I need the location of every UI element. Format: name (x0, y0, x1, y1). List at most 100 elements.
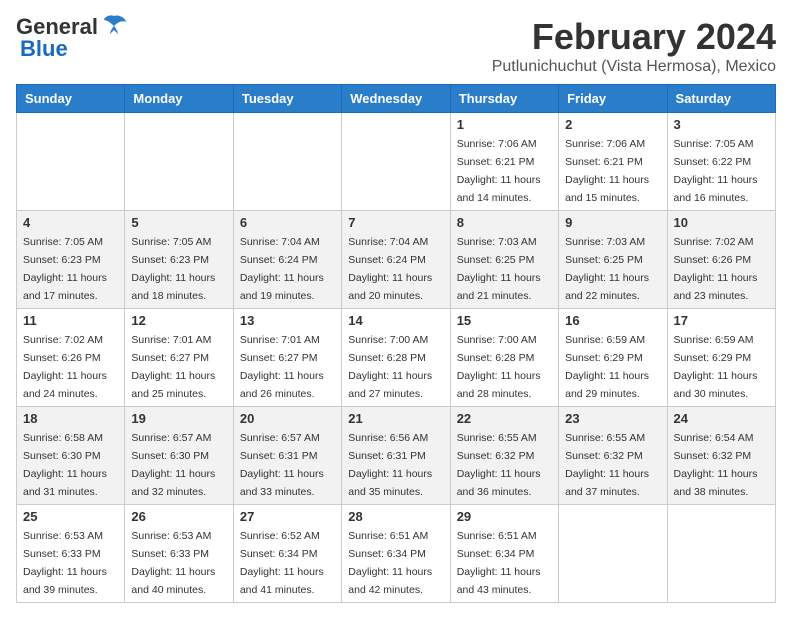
calendar: SundayMondayTuesdayWednesdayThursdayFrid… (16, 84, 776, 603)
day-info: Sunrise: 7:05 AM Sunset: 6:23 PM Dayligh… (23, 236, 107, 302)
calendar-cell (17, 113, 125, 211)
day-number: 27 (240, 509, 335, 524)
day-info: Sunrise: 7:01 AM Sunset: 6:27 PM Dayligh… (131, 334, 215, 400)
day-number: 22 (457, 411, 552, 426)
calendar-cell: 22 Sunrise: 6:55 AM Sunset: 6:32 PM Dayli… (450, 407, 558, 505)
week-row-4: 18Sunrise: 6:58 AM Sunset: 6:30 PM Dayli… (17, 407, 776, 505)
day-number: 4 (23, 215, 118, 230)
day-info: Sunrise: 6:57 AM Sunset: 6:31 PM Dayligh… (240, 432, 324, 498)
calendar-cell: 14 Sunrise: 7:00 AM Sunset: 6:28 PM Dayli… (342, 309, 450, 407)
day-info: Sunrise: 7:05 AM Sunset: 6:22 PM Dayligh… (674, 138, 758, 204)
calendar-cell: 13 Sunrise: 7:01 AM Sunset: 6:27 PM Dayli… (233, 309, 341, 407)
day-info: Sunrise: 6:56 AM Sunset: 6:31 PM Dayligh… (348, 432, 432, 498)
calendar-cell: 16 Sunrise: 6:59 AM Sunset: 6:29 PM Dayli… (559, 309, 667, 407)
calendar-cell: 19 Sunrise: 6:57 AM Sunset: 6:30 PM Dayli… (125, 407, 233, 505)
calendar-cell: 9 Sunrise: 7:03 AM Sunset: 6:25 PM Daylig… (559, 211, 667, 309)
calendar-cell: 21Sunrise: 6:56 AM Sunset: 6:31 PM Dayli… (342, 407, 450, 505)
calendar-cell: 29Sunrise: 6:51 AM Sunset: 6:34 PM Dayli… (450, 505, 558, 603)
day-info: Sunrise: 6:57 AM Sunset: 6:30 PM Dayligh… (131, 432, 215, 498)
day-info: Sunrise: 7:06 AM Sunset: 6:21 PM Dayligh… (565, 138, 649, 204)
calendar-cell: 12 Sunrise: 7:01 AM Sunset: 6:27 PM Dayli… (125, 309, 233, 407)
calendar-cell (342, 113, 450, 211)
calendar-cell: 20 Sunrise: 6:57 AM Sunset: 6:31 PM Dayli… (233, 407, 341, 505)
calendar-cell: 26Sunrise: 6:53 AM Sunset: 6:33 PM Dayli… (125, 505, 233, 603)
calendar-cell: 24 Sunrise: 6:54 AM Sunset: 6:32 PM Dayli… (667, 407, 775, 505)
day-info: Sunrise: 6:53 AM Sunset: 6:33 PM Dayligh… (23, 530, 107, 596)
day-info: Sunrise: 7:04 AM Sunset: 6:24 PM Dayligh… (348, 236, 432, 302)
day-info: Sunrise: 7:03 AM Sunset: 6:25 PM Dayligh… (565, 236, 649, 302)
day-number: 14 (348, 313, 443, 328)
calendar-cell: 5Sunrise: 7:05 AM Sunset: 6:23 PM Daylig… (125, 211, 233, 309)
week-row-2: 4 Sunrise: 7:05 AM Sunset: 6:23 PM Daylig… (17, 211, 776, 309)
day-number: 11 (23, 313, 118, 328)
calendar-cell: 18Sunrise: 6:58 AM Sunset: 6:30 PM Dayli… (17, 407, 125, 505)
calendar-cell (667, 505, 775, 603)
day-number: 23 (565, 411, 660, 426)
day-info: Sunrise: 6:55 AM Sunset: 6:32 PM Dayligh… (565, 432, 649, 498)
calendar-cell: 10 Sunrise: 7:02 AM Sunset: 6:26 PM Dayli… (667, 211, 775, 309)
title-area: February 2024 Putlunichuchut (Vista Herm… (492, 16, 776, 76)
calendar-cell: 15Sunrise: 7:00 AM Sunset: 6:28 PM Dayli… (450, 309, 558, 407)
day-number: 2 (565, 117, 660, 132)
day-number: 10 (674, 215, 769, 230)
header-sunday: Sunday (17, 85, 125, 113)
calendar-cell (233, 113, 341, 211)
header-friday: Friday (559, 85, 667, 113)
day-info: Sunrise: 6:59 AM Sunset: 6:29 PM Dayligh… (565, 334, 649, 400)
calendar-cell: 8 Sunrise: 7:03 AM Sunset: 6:25 PM Daylig… (450, 211, 558, 309)
calendar-cell: 1 Sunrise: 7:06 AM Sunset: 6:21 PM Daylig… (450, 113, 558, 211)
day-number: 8 (457, 215, 552, 230)
day-number: 1 (457, 117, 552, 132)
calendar-cell: 17 Sunrise: 6:59 AM Sunset: 6:29 PM Dayli… (667, 309, 775, 407)
day-info: Sunrise: 7:04 AM Sunset: 6:24 PM Dayligh… (240, 236, 324, 302)
day-info: Sunrise: 7:02 AM Sunset: 6:26 PM Dayligh… (23, 334, 107, 400)
day-info: Sunrise: 7:03 AM Sunset: 6:25 PM Dayligh… (457, 236, 541, 302)
calendar-header-row: SundayMondayTuesdayWednesdayThursdayFrid… (17, 85, 776, 113)
day-info: Sunrise: 6:54 AM Sunset: 6:32 PM Dayligh… (674, 432, 758, 498)
calendar-cell: 27 Sunrise: 6:52 AM Sunset: 6:34 PM Dayli… (233, 505, 341, 603)
day-number: 20 (240, 411, 335, 426)
day-info: Sunrise: 6:52 AM Sunset: 6:34 PM Dayligh… (240, 530, 324, 596)
day-number: 26 (131, 509, 226, 524)
calendar-cell: 4 Sunrise: 7:05 AM Sunset: 6:23 PM Daylig… (17, 211, 125, 309)
day-number: 19 (131, 411, 226, 426)
calendar-cell: 11 Sunrise: 7:02 AM Sunset: 6:26 PM Dayli… (17, 309, 125, 407)
day-number: 16 (565, 313, 660, 328)
day-info: Sunrise: 7:00 AM Sunset: 6:28 PM Dayligh… (348, 334, 432, 400)
day-info: Sunrise: 6:55 AM Sunset: 6:32 PM Dayligh… (457, 432, 541, 498)
header-tuesday: Tuesday (233, 85, 341, 113)
calendar-cell (125, 113, 233, 211)
day-number: 6 (240, 215, 335, 230)
calendar-cell: 23 Sunrise: 6:55 AM Sunset: 6:32 PM Dayli… (559, 407, 667, 505)
calendar-cell: 7 Sunrise: 7:04 AM Sunset: 6:24 PM Daylig… (342, 211, 450, 309)
logo: General Blue (16, 16, 128, 60)
day-number: 12 (131, 313, 226, 328)
day-number: 13 (240, 313, 335, 328)
week-row-3: 11 Sunrise: 7:02 AM Sunset: 6:26 PM Dayli… (17, 309, 776, 407)
day-number: 24 (674, 411, 769, 426)
week-row-1: 1 Sunrise: 7:06 AM Sunset: 6:21 PM Daylig… (17, 113, 776, 211)
subtitle: Putlunichuchut (Vista Hermosa), Mexico (492, 58, 776, 76)
day-info: Sunrise: 6:59 AM Sunset: 6:29 PM Dayligh… (674, 334, 758, 400)
day-number: 29 (457, 509, 552, 524)
logo-bird-icon (100, 14, 128, 36)
calendar-cell: 25 Sunrise: 6:53 AM Sunset: 6:33 PM Dayli… (17, 505, 125, 603)
day-info: Sunrise: 7:01 AM Sunset: 6:27 PM Dayligh… (240, 334, 324, 400)
header-thursday: Thursday (450, 85, 558, 113)
calendar-cell: 2 Sunrise: 7:06 AM Sunset: 6:21 PM Daylig… (559, 113, 667, 211)
header-monday: Monday (125, 85, 233, 113)
calendar-cell: 3Sunrise: 7:05 AM Sunset: 6:22 PM Daylig… (667, 113, 775, 211)
calendar-cell: 6 Sunrise: 7:04 AM Sunset: 6:24 PM Daylig… (233, 211, 341, 309)
calendar-cell: 28Sunrise: 6:51 AM Sunset: 6:34 PM Dayli… (342, 505, 450, 603)
week-row-5: 25 Sunrise: 6:53 AM Sunset: 6:33 PM Dayli… (17, 505, 776, 603)
day-number: 17 (674, 313, 769, 328)
day-info: Sunrise: 7:02 AM Sunset: 6:26 PM Dayligh… (674, 236, 758, 302)
header: General Blue February 2024 Putlunichuchu… (16, 16, 776, 76)
header-wednesday: Wednesday (342, 85, 450, 113)
main-title: February 2024 (492, 16, 776, 58)
day-number: 7 (348, 215, 443, 230)
logo-general: General (16, 16, 98, 38)
day-info: Sunrise: 7:06 AM Sunset: 6:21 PM Dayligh… (457, 138, 541, 204)
day-number: 9 (565, 215, 660, 230)
day-number: 25 (23, 509, 118, 524)
